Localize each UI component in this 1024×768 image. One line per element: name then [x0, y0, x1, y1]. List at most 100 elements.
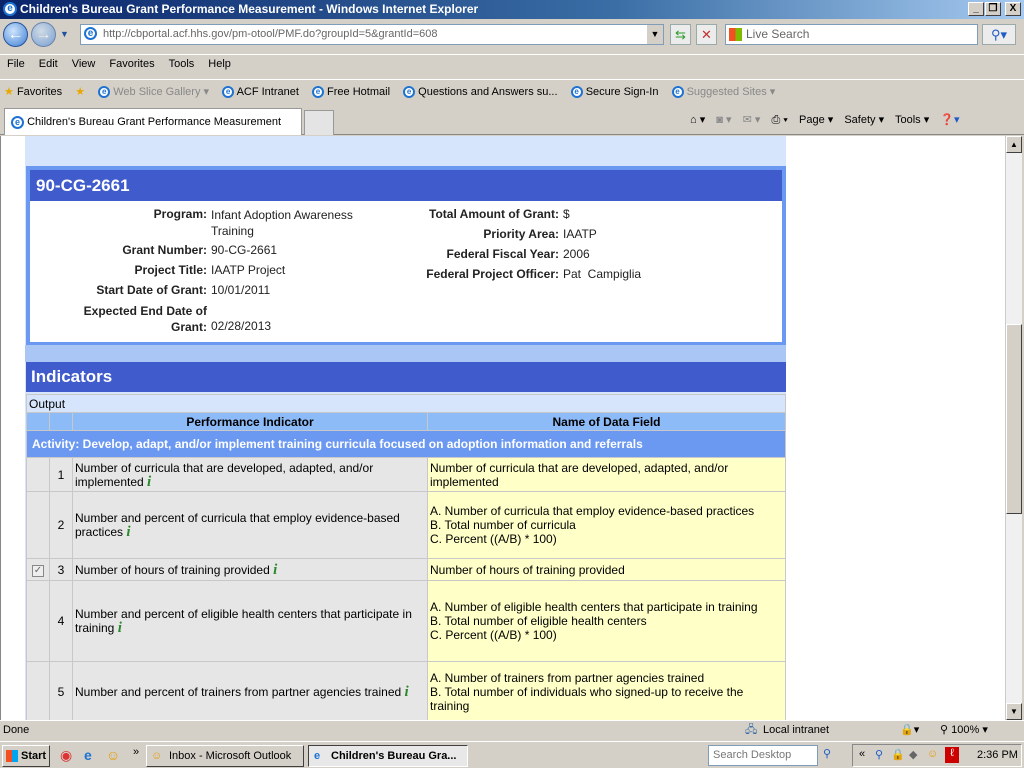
task-outlook[interactable]: ☺ Inbox - Microsoft Outlook: [146, 745, 304, 767]
data-field-line: B. Total number of curricula: [430, 518, 576, 532]
info-icon[interactable]: i: [118, 621, 122, 636]
fav-secure-sign-in[interactable]: e Secure Sign-In: [570, 80, 658, 105]
recent-pages-dropdown-icon[interactable]: ▼: [60, 29, 69, 39]
fav-free-hotmail[interactable]: e Free Hotmail: [311, 80, 390, 105]
help-icon[interactable]: ❓▾: [940, 114, 959, 126]
protected-mode-icon[interactable]: 🔒▾: [900, 721, 919, 740]
zone-text: Local intranet: [763, 724, 830, 736]
desktop-search-icon[interactable]: ⚲: [823, 747, 831, 760]
tray-search-icon[interactable]: ⚲: [875, 748, 883, 761]
live-search-input[interactable]: Live Search: [725, 24, 978, 45]
project-title-value: IAATP Project: [211, 263, 286, 277]
favorites-button[interactable]: ★ Favorites: [4, 80, 62, 105]
data-field-cell: A. Number of curricula that employ evide…: [428, 492, 785, 558]
chrome-icon[interactable]: ◉: [60, 747, 72, 764]
title-bar: e Children's Bureau Grant Performance Me…: [0, 0, 1024, 19]
print-icon[interactable]: ⎙ ▾: [771, 114, 787, 126]
more-quicklaunch-icon[interactable]: »: [133, 746, 139, 758]
performance-indicator-cell: Number and percent of eligible health ce…: [73, 581, 427, 661]
scroll-up-icon[interactable]: ▲: [1006, 136, 1022, 153]
row-checkbox-cell: [27, 581, 49, 661]
minimize-button[interactable]: _: [968, 2, 984, 16]
info-icon[interactable]: i: [126, 525, 130, 540]
checkbox-checked[interactable]: ✓: [32, 565, 44, 577]
row-number: 5: [50, 662, 72, 720]
close-button[interactable]: X: [1005, 2, 1021, 16]
page-icon: e: [84, 27, 97, 40]
grant-number-value: 90-CG-2661: [211, 243, 278, 257]
menu-tools[interactable]: Tools: [162, 55, 202, 73]
star-icon: ★: [4, 86, 14, 98]
info-icon[interactable]: i: [405, 685, 409, 700]
mail-icon[interactable]: ✉ ▾: [743, 114, 761, 126]
command-bar: ⌂ ▾ ◙ ▾ ✉ ▾ ⎙ ▾ Page ▾ Safety ▾ Tools ▾ …: [690, 110, 968, 130]
refresh-button[interactable]: ⇆: [670, 24, 691, 45]
url-text: http://cbportal.acf.hhs.gov/pm-otool/PMF…: [103, 28, 438, 40]
ie-logo-icon: e: [3, 2, 17, 16]
fav-questions-answers[interactable]: e Questions and Answers su...: [403, 80, 558, 105]
fiscal-year-label: Federal Fiscal Year:: [446, 247, 559, 261]
grant-id-heading: 90-CG-2661: [30, 170, 782, 201]
info-icon[interactable]: i: [147, 474, 151, 489]
window-title: Children's Bureau Grant Performance Meas…: [20, 2, 479, 16]
scroll-down-icon[interactable]: ▼: [1006, 703, 1022, 720]
row-number: 1: [50, 458, 72, 491]
intranet-icon: 🖧: [745, 724, 758, 736]
ie-task-icon: e: [314, 750, 321, 762]
priority-area-label: Priority Area:: [483, 227, 559, 241]
program-value: Infant Adoption Awareness Training: [211, 208, 353, 238]
maximize-button[interactable]: ❐: [985, 2, 1001, 16]
indicator-row: 2 Number and percent of curricula that e…: [27, 492, 785, 558]
indicator-row: ✓ 3 Number of hours of training provided…: [27, 559, 785, 580]
safety-menu[interactable]: Safety ▾: [844, 114, 884, 126]
task-ie-active[interactable]: e Children's Bureau Gra...: [308, 745, 468, 767]
vertical-scrollbar[interactable]: ▲ ▼: [1005, 136, 1022, 720]
start-date-value: 10/01/2011: [211, 283, 271, 297]
back-button[interactable]: ←: [3, 22, 28, 47]
tray-expand-icon[interactable]: «: [859, 748, 865, 760]
fav-web-slice-gallery[interactable]: e Web Slice Gallery ▾: [98, 80, 209, 105]
row-number: 4: [50, 581, 72, 661]
fav-acf-intranet[interactable]: e ACF Intranet: [222, 80, 299, 105]
indicator-text: Number and percent of trainers from part…: [75, 685, 402, 699]
ie-quicklaunch-icon[interactable]: e: [84, 747, 92, 763]
forward-button[interactable]: →: [31, 22, 56, 47]
priority-area-value: IAATP: [563, 227, 597, 241]
browser-tab[interactable]: e Children's Bureau Grant Performance Me…: [4, 108, 302, 135]
page-menu[interactable]: Page ▾: [799, 114, 833, 126]
fav-suggested-sites[interactable]: e Suggested Sites ▾: [671, 80, 775, 105]
tray-lock-icon[interactable]: 🔒: [891, 748, 905, 761]
info-icon[interactable]: i: [273, 562, 277, 577]
home-icon[interactable]: ⌂ ▾: [690, 114, 705, 126]
start-button[interactable]: Start: [2, 745, 50, 767]
menu-file[interactable]: File: [0, 55, 32, 73]
new-tab-button[interactable]: [304, 110, 334, 135]
feeds-icon[interactable]: ◙ ▾: [716, 114, 731, 126]
add-favorite-icon[interactable]: ★: [75, 80, 85, 105]
favorites-bar: ★ Favorites ★ e Web Slice Gallery ▾ e AC…: [0, 79, 1024, 104]
indicator-row: 5 Number and percent of trainers from pa…: [27, 662, 785, 720]
outlook-quicklaunch-icon[interactable]: ☺: [106, 747, 120, 763]
zoom-control[interactable]: ⚲ 100% ▾: [940, 721, 988, 740]
menu-view[interactable]: View: [65, 55, 103, 73]
menu-edit[interactable]: Edit: [32, 55, 65, 73]
status-bar: Done 🖧 Local intranet 🔒▾ ⚲ 100% ▾: [0, 720, 1024, 740]
stop-button[interactable]: ✕: [696, 24, 717, 45]
tray-adobe-icon[interactable]: ℓ: [945, 747, 959, 763]
data-field-line: Number of hours of training provided: [430, 562, 625, 577]
total-amount-label: Total Amount of Grant:: [429, 207, 559, 221]
desktop-search-input[interactable]: Search Desktop: [708, 745, 818, 766]
fiscal-year-value: 2006: [563, 247, 590, 261]
start-date-label: Start Date of Grant:: [96, 283, 207, 297]
address-bar[interactable]: e http://cbportal.acf.hhs.gov/pm-otool/P…: [80, 24, 664, 45]
tray-network-icon[interactable]: ◆: [909, 748, 917, 761]
menu-favorites[interactable]: Favorites: [102, 55, 161, 73]
search-button[interactable]: ⚲▾: [982, 24, 1016, 45]
scroll-thumb[interactable]: [1006, 324, 1022, 514]
performance-indicator-cell: Number and percent of trainers from part…: [73, 662, 427, 720]
tray-outlook-icon[interactable]: ☺: [927, 748, 938, 760]
tools-menu[interactable]: Tools ▾: [895, 114, 929, 126]
menu-help[interactable]: Help: [201, 55, 238, 73]
performance-indicator-cell: Number of hours of training provided i: [73, 559, 427, 580]
address-dropdown-icon[interactable]: ▼: [647, 25, 663, 44]
